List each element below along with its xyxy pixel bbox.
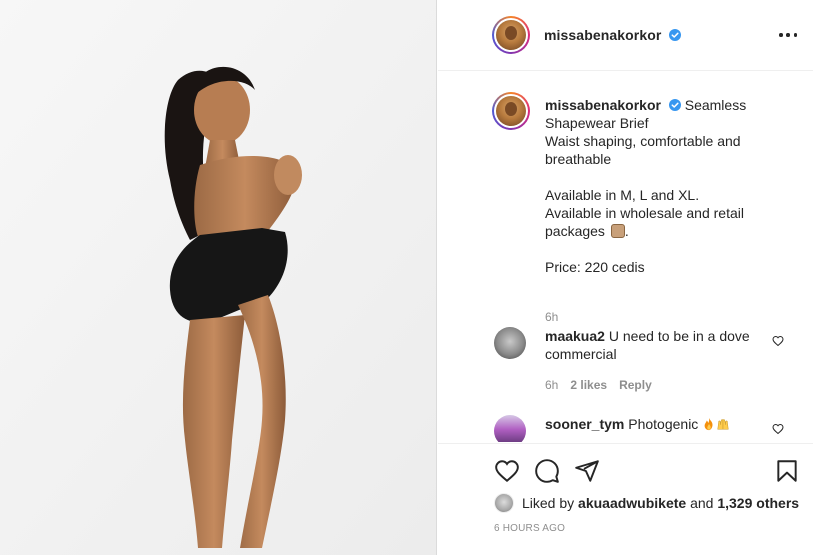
- liked-by-user[interactable]: akuaadwubikete: [578, 495, 686, 511]
- liked-by-and: and: [690, 495, 714, 511]
- caption-text: missabenakorkor Seamless Shapewear Brief…: [545, 96, 795, 276]
- comment-bubble-icon[interactable]: [534, 458, 560, 484]
- post-sidebar: missabenakorkor missabenakorkor Seamless…: [438, 0, 813, 555]
- fire-emoji-icon: [704, 417, 713, 431]
- author-username[interactable]: missabenakorkor: [544, 27, 682, 43]
- caption-timestamp[interactable]: 6h: [545, 310, 558, 324]
- liked-by-prefix: Liked by: [522, 495, 575, 511]
- comment-body-line2: commercial: [545, 346, 617, 362]
- caption-line-8: packages: [545, 223, 605, 239]
- comment-text: sooner_tym Photogenic: [545, 415, 770, 433]
- package-emoji-icon: [610, 224, 625, 238]
- bookmark-icon[interactable]: [774, 458, 800, 484]
- paper-plane-icon[interactable]: [574, 458, 600, 484]
- caption-username[interactable]: missabenakorkor: [545, 97, 661, 113]
- model-figure-illustration: [0, 0, 436, 555]
- liker-avatar[interactable]: [494, 493, 514, 513]
- verified-badge-icon: [669, 29, 682, 41]
- caption-period: .: [624, 223, 629, 239]
- caption-line-7: Available in wholesale and retail: [545, 205, 744, 221]
- comment-like-heart-icon[interactable]: [772, 335, 784, 347]
- caption-verified-badge-icon: [668, 99, 681, 111]
- post-photo[interactable]: [0, 0, 437, 555]
- commenter-avatar[interactable]: [494, 327, 526, 359]
- post-actions: Liked by akuaadwubikete and 1,329 others…: [438, 443, 813, 555]
- heart-icon[interactable]: [494, 458, 520, 484]
- liked-by-row: Liked by akuaadwubikete and 1,329 others: [494, 493, 799, 513]
- comments-section[interactable]: missabenakorkor Seamless Shapewear Brief…: [438, 72, 813, 442]
- commenter-username[interactable]: maakua2: [545, 328, 605, 344]
- comment-like-heart-icon[interactable]: [772, 423, 784, 435]
- author-avatar[interactable]: [492, 16, 530, 54]
- caption-line-1: Seamless: [684, 97, 747, 113]
- comment-text: maakua2 U need to be in a dove commercia…: [545, 327, 770, 363]
- caption-author-avatar[interactable]: [492, 92, 530, 130]
- caption-blank-2: [545, 240, 795, 258]
- commenter-avatar[interactable]: [494, 415, 526, 442]
- liked-by-others[interactable]: 1,329 others: [717, 495, 799, 511]
- caption-line-10: Price: 220 cedis: [545, 259, 645, 275]
- comment-reply-button[interactable]: Reply: [619, 378, 652, 392]
- commenter-username[interactable]: sooner_tym: [545, 416, 624, 432]
- comment-time[interactable]: 6h: [545, 378, 558, 392]
- caption-line-4: breathable: [545, 151, 612, 167]
- post-header: missabenakorkor: [438, 0, 813, 71]
- caption-line-6: Available in M, L and XL.: [545, 187, 700, 203]
- raising-hands-emoji-icon: [717, 419, 729, 430]
- comment-likes[interactable]: 2 likes: [570, 378, 607, 392]
- more-options-icon[interactable]: [779, 26, 797, 44]
- caption-line-2: Shapewear Brief: [545, 115, 649, 131]
- comment-meta: 6h 2 likes Reply: [545, 378, 652, 392]
- comment-body-line1: U need to be in a dove: [608, 328, 750, 344]
- author-username-text[interactable]: missabenakorkor: [544, 27, 661, 43]
- comment-body: Photogenic: [628, 416, 699, 432]
- caption-blank-1: [545, 168, 795, 186]
- post-timestamp[interactable]: 6 HOURS AGO: [494, 523, 565, 534]
- caption-line-3: Waist shaping, comfortable and: [545, 133, 741, 149]
